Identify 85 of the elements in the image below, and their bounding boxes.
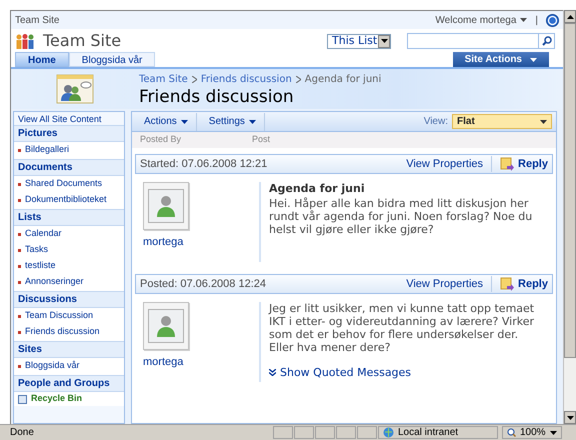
caret-icon bbox=[550, 430, 557, 434]
nav-heading[interactable]: Lists bbox=[14, 210, 124, 226]
nav-tab[interactable]: Home bbox=[15, 52, 69, 67]
toolbar-menu[interactable]: Actions bbox=[136, 112, 197, 130]
bullet-icon bbox=[18, 182, 21, 186]
reply-icon bbox=[500, 277, 514, 291]
bullet-icon bbox=[18, 364, 21, 368]
scrollbar[interactable] bbox=[563, 10, 576, 424]
up-arrow-icon[interactable] bbox=[566, 14, 574, 18]
author-link[interactable]: mortega bbox=[143, 234, 259, 250]
view-properties-link[interactable]: View Properties bbox=[406, 276, 484, 292]
nav-link[interactable]: Annonseringer bbox=[14, 274, 124, 290]
caret-icon bbox=[540, 120, 547, 124]
zone-text: Local intranet bbox=[398, 426, 458, 440]
zoom-icon bbox=[507, 428, 516, 437]
bullet-icon bbox=[18, 314, 21, 318]
nav-link[interactable]: Shared Documents bbox=[14, 176, 124, 192]
search-field[interactable] bbox=[407, 33, 539, 49]
site-title: Team Site bbox=[43, 30, 122, 52]
separator: | bbox=[535, 14, 538, 28]
chevron-icon bbox=[192, 76, 197, 82]
caret-icon bbox=[380, 39, 388, 43]
view-label: View: bbox=[424, 115, 448, 129]
bullet-icon bbox=[18, 280, 21, 284]
post-body: Jeg er litt usikker, men vi kunne tatt opp temaet IKT i etter- og videreutdanning av lærere? Virker som det er behov for flere undersøkelser der. Eller hva mener dere? bbox=[269, 302, 536, 354]
nav-link[interactable]: Bloggsida vår bbox=[14, 358, 124, 374]
breadcrumb-link[interactable]: Friends discussion bbox=[200, 72, 292, 86]
help-icon[interactable] bbox=[546, 14, 559, 26]
column-heading: Posted By bbox=[139, 133, 182, 146]
nav-link[interactable]: Tasks bbox=[14, 242, 124, 258]
site-actions-button[interactable]: Site Actions bbox=[452, 52, 549, 67]
view-properties-link[interactable]: View Properties bbox=[406, 156, 484, 172]
person-icon bbox=[148, 189, 184, 223]
bullet-icon bbox=[18, 232, 21, 236]
nav-heading[interactable]: Documents bbox=[14, 160, 124, 176]
caret-icon bbox=[520, 18, 528, 22]
down-arrow-icon[interactable] bbox=[566, 416, 574, 420]
recycle-bin-link[interactable]: Recycle Bin bbox=[14, 392, 124, 406]
nav-link[interactable]: Bildegalleri bbox=[14, 142, 124, 158]
author-link[interactable]: mortega bbox=[143, 354, 259, 370]
bullet-icon bbox=[18, 248, 21, 252]
bullet-icon bbox=[18, 148, 21, 152]
nav-tab[interactable]: Bloggsida vår bbox=[68, 52, 156, 67]
scope-dropdown[interactable]: This List bbox=[327, 34, 391, 48]
double-chevron-icon bbox=[269, 369, 276, 376]
status-text: Done bbox=[9, 426, 35, 440]
view-dropdown[interactable]: Flat bbox=[452, 114, 552, 129]
reply-button[interactable]: Reply bbox=[491, 156, 548, 172]
recycle-bin-icon bbox=[18, 394, 27, 404]
search-icon bbox=[542, 36, 552, 46]
site-link[interactable]: Team Site bbox=[15, 12, 60, 28]
nav-link[interactable]: Dokumentbiblioteket bbox=[14, 192, 124, 208]
reply-icon bbox=[500, 157, 514, 171]
nav-link[interactable]: testliste bbox=[14, 258, 124, 274]
reply-button[interactable]: Reply bbox=[491, 276, 548, 292]
breadcrumb-link[interactable]: Team Site bbox=[139, 72, 188, 86]
caret-icon bbox=[180, 120, 188, 124]
bullet-icon bbox=[18, 330, 21, 334]
page-title: Friends discussion bbox=[139, 86, 295, 106]
nav-link[interactable]: Friends discussion bbox=[14, 324, 124, 340]
caret-icon bbox=[248, 120, 256, 124]
welcome-menu[interactable]: Welcome mortega bbox=[435, 12, 528, 28]
discussion-icon bbox=[55, 73, 95, 105]
nav-heading[interactable]: People and Groups bbox=[14, 376, 124, 392]
nav-heading[interactable]: Sites bbox=[14, 342, 124, 358]
bullet-icon bbox=[18, 264, 21, 268]
nav-link[interactable]: Team Discussion bbox=[14, 308, 124, 324]
toolbar-menu[interactable]: Settings bbox=[200, 112, 265, 130]
person-icon bbox=[148, 309, 184, 343]
caret-icon bbox=[530, 58, 537, 62]
breadcrumb-current: Agenda for juni bbox=[304, 72, 382, 86]
nav-heading[interactable]: Pictures bbox=[14, 126, 124, 142]
people-logo-icon bbox=[15, 33, 35, 49]
nav-heading[interactable]: Discussions bbox=[14, 292, 124, 308]
globe-icon bbox=[383, 427, 394, 438]
post-date: Started: 07.06.2008 12:21 bbox=[140, 156, 268, 172]
post-subject: Agenda for juni bbox=[269, 182, 366, 195]
column-heading: Post bbox=[252, 133, 270, 146]
show-quoted-link[interactable]: Show Quoted Messages bbox=[269, 366, 545, 379]
search-button[interactable] bbox=[539, 33, 555, 49]
bullet-icon bbox=[18, 198, 21, 202]
post-body: Hei. Håper alle kan bidra med litt diskusjon her rundt vår agenda for juni. Noen forslag? Noe du helst vil gjøre eller ikke gjøre? bbox=[269, 197, 534, 236]
chevron-icon bbox=[296, 76, 301, 82]
nav-link[interactable]: Calendar bbox=[14, 226, 124, 242]
post-date: Posted: 07.06.2008 12:24 bbox=[140, 276, 266, 292]
